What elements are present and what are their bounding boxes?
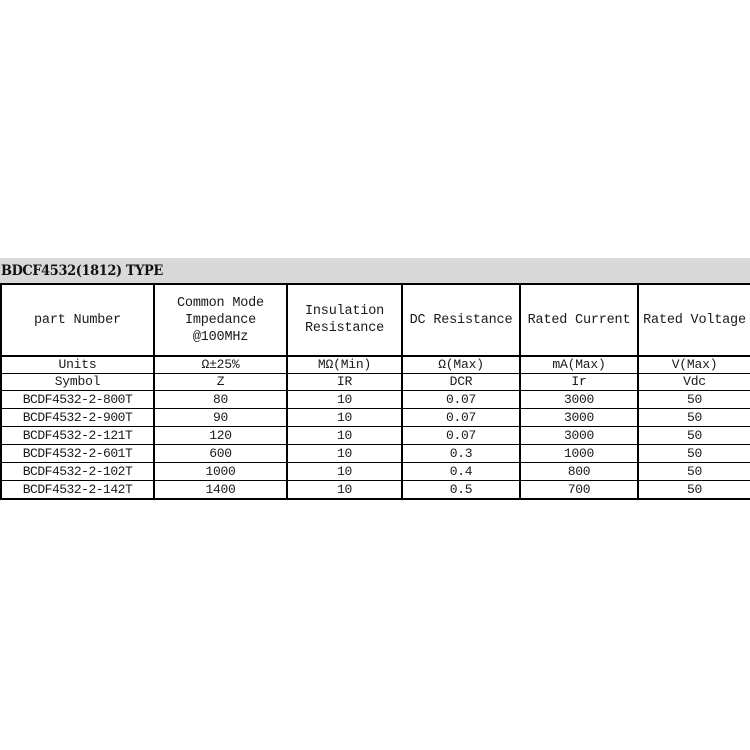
cell-impedance: 80 — [153, 390, 288, 409]
cell-insulation-resistance: 10 — [286, 408, 403, 427]
column-header-rated-current: Rated Current — [519, 283, 639, 357]
cell-rated-voltage: 50 — [637, 480, 750, 500]
symbol-impedance: Z — [153, 373, 288, 391]
units-impedance: Ω±25% — [153, 355, 288, 374]
cell-rated-current: 3000 — [519, 408, 639, 427]
cell-rated-voltage: 50 — [637, 390, 750, 409]
table-row: BCDF4532-2-102T 1000 10 0.4 800 50 — [0, 462, 750, 481]
cell-impedance: 1400 — [153, 480, 288, 500]
table-row: BCDF4532-2-142T 1400 10 0.5 700 50 — [0, 480, 750, 500]
units-rated-current: mA(Max) — [519, 355, 639, 374]
cell-insulation-resistance: 10 — [286, 426, 403, 445]
cell-dc-resistance: 0.3 — [401, 444, 521, 463]
column-header-impedance: Common Mode Impedance @100MHz — [153, 283, 288, 357]
symbol-label: Symbol — [0, 373, 155, 391]
cell-part-number: BCDF4532-2-142T — [0, 480, 155, 500]
cell-rated-current: 700 — [519, 480, 639, 500]
cell-rated-current: 1000 — [519, 444, 639, 463]
section-title-banner: BDCF4532(1812) TYPE — [0, 258, 750, 283]
cell-part-number: BCDF4532-2-900T — [0, 408, 155, 427]
cell-rated-current: 3000 — [519, 390, 639, 409]
cell-dc-resistance: 0.07 — [401, 408, 521, 427]
cell-insulation-resistance: 10 — [286, 462, 403, 481]
units-dc-resistance: Ω(Max) — [401, 355, 521, 374]
units-rated-voltage: V(Max) — [637, 355, 750, 374]
cell-dc-resistance: 0.07 — [401, 390, 521, 409]
units-insulation-resistance: MΩ(Min) — [286, 355, 403, 374]
cell-insulation-resistance: 10 — [286, 480, 403, 500]
cell-dc-resistance: 0.07 — [401, 426, 521, 445]
column-header-part-number: part Number — [0, 283, 155, 357]
column-header-rated-voltage: Rated Voltage — [637, 283, 750, 357]
cell-impedance: 600 — [153, 444, 288, 463]
symbol-dc-resistance: DCR — [401, 373, 521, 391]
table-row: BCDF4532-2-601T 600 10 0.3 1000 50 — [0, 444, 750, 463]
column-header-insulation-resistance: Insulation Resistance — [286, 283, 403, 357]
cell-impedance: 120 — [153, 426, 288, 445]
table-row: BCDF4532-2-121T 120 10 0.07 3000 50 — [0, 426, 750, 445]
table-units-row: Units Ω±25% MΩ(Min) Ω(Max) mA(Max) V(Max… — [0, 355, 750, 374]
units-label: Units — [0, 355, 155, 374]
cell-part-number: BCDF4532-2-102T — [0, 462, 155, 481]
column-header-dc-resistance: DC Resistance — [401, 283, 521, 357]
cell-rated-current: 800 — [519, 462, 639, 481]
cell-dc-resistance: 0.4 — [401, 462, 521, 481]
symbol-rated-voltage: Vdc — [637, 373, 750, 391]
datasheet-block: BDCF4532(1812) TYPE part Number Common M… — [0, 258, 750, 500]
cell-insulation-resistance: 10 — [286, 390, 403, 409]
cell-part-number: BCDF4532-2-800T — [0, 390, 155, 409]
symbol-insulation-resistance: IR — [286, 373, 403, 391]
cell-rated-voltage: 50 — [637, 408, 750, 427]
table-symbol-row: Symbol Z IR DCR Ir Vdc — [0, 373, 750, 391]
cell-impedance: 1000 — [153, 462, 288, 481]
cell-rated-voltage: 50 — [637, 426, 750, 445]
cell-rated-voltage: 50 — [637, 444, 750, 463]
cell-rated-current: 3000 — [519, 426, 639, 445]
cell-part-number: BCDF4532-2-601T — [0, 444, 155, 463]
cell-dc-resistance: 0.5 — [401, 480, 521, 500]
symbol-rated-current: Ir — [519, 373, 639, 391]
cell-impedance: 90 — [153, 408, 288, 427]
table-row: BCDF4532-2-900T 90 10 0.07 3000 50 — [0, 408, 750, 427]
specification-table: part Number Common Mode Impedance @100MH… — [0, 283, 750, 500]
cell-insulation-resistance: 10 — [286, 444, 403, 463]
cell-rated-voltage: 50 — [637, 462, 750, 481]
cell-part-number: BCDF4532-2-121T — [0, 426, 155, 445]
table-header-row: part Number Common Mode Impedance @100MH… — [0, 283, 750, 357]
table-row: BCDF4532-2-800T 80 10 0.07 3000 50 — [0, 390, 750, 409]
section-title: BDCF4532(1812) TYPE — [1, 262, 163, 279]
